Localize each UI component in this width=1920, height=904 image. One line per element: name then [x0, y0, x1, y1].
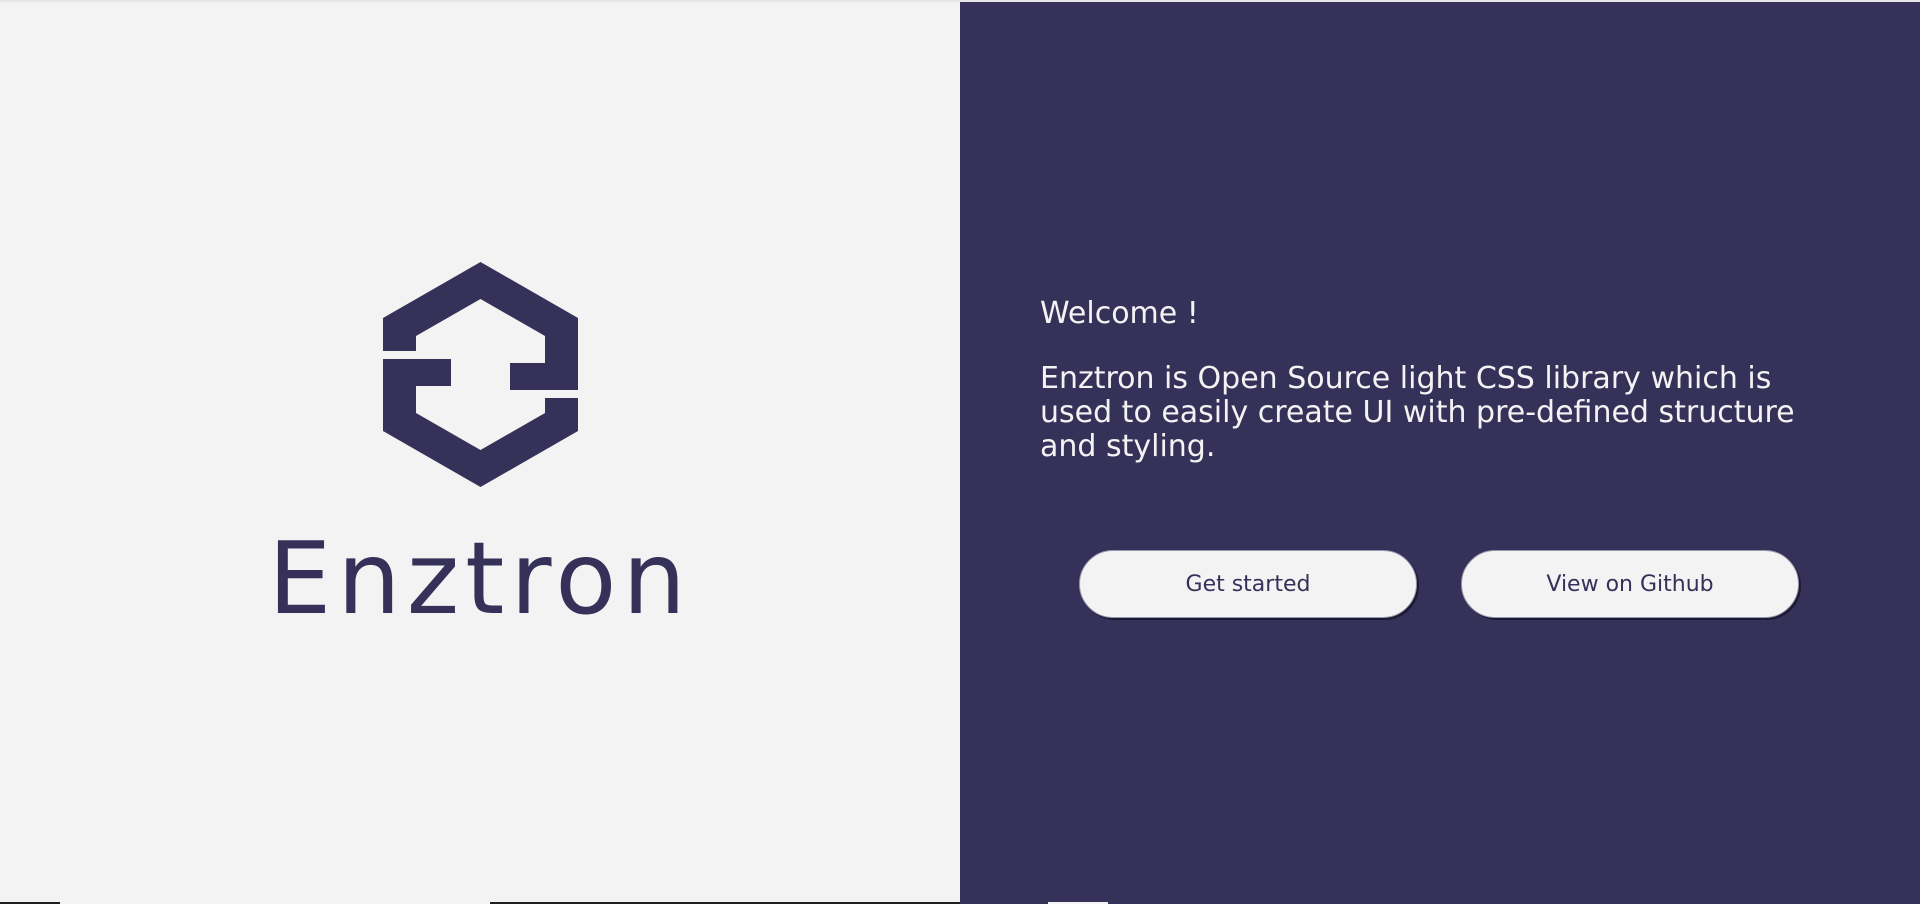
get-started-button[interactable]: Get started [1079, 550, 1417, 618]
intro-description: Enztron is Open Source light CSS library… [1040, 361, 1795, 464]
brand-panel: Enztron [0, 2, 960, 904]
intro-panel: Welcome ! Enztron is Open Source light C… [960, 2, 1920, 904]
landing-page: Enztron Welcome ! Enztron is Open Source… [0, 0, 1920, 904]
enztron-hexagon-logo-icon [383, 262, 578, 487]
brand-name: Enztron [268, 520, 692, 637]
welcome-heading: Welcome ! [1040, 296, 1199, 331]
view-on-github-button[interactable]: View on Github [1461, 550, 1799, 618]
